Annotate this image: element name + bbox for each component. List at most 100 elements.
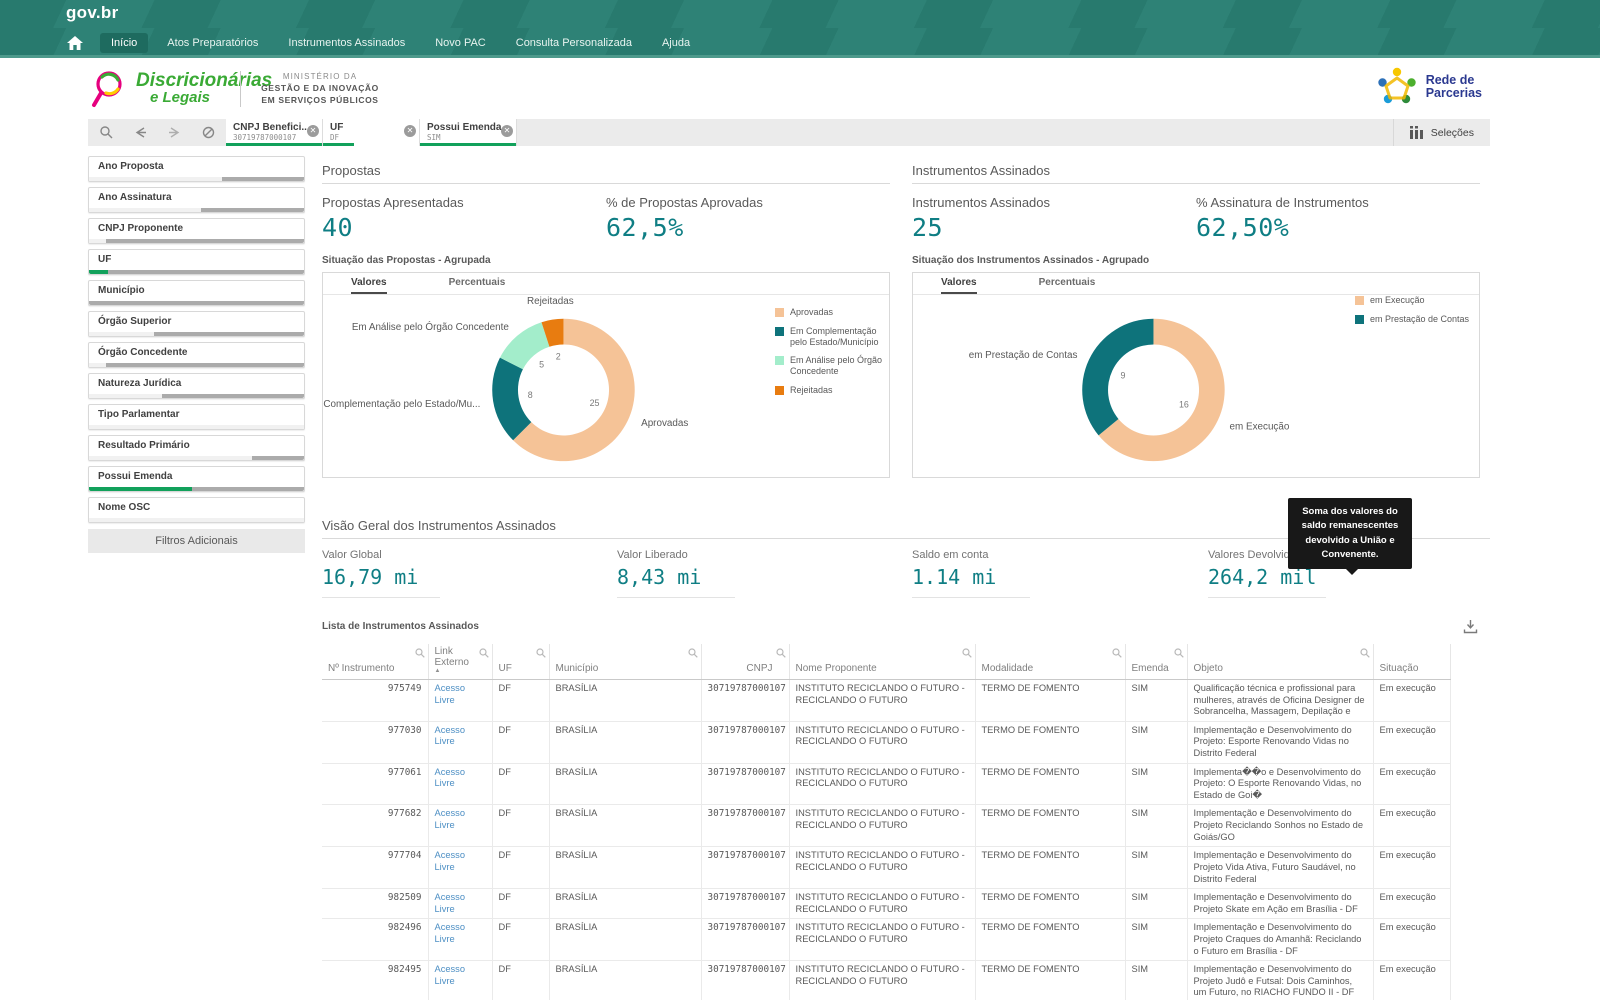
sidebar-filter-orgao-concedente[interactable]: Órgão Concedente: [88, 342, 305, 368]
sidebar-filter-ano-proposta[interactable]: Ano Proposta: [88, 156, 305, 182]
nav-item-inicio[interactable]: Início: [100, 33, 148, 53]
sidebar-filter-orgao-superior[interactable]: Órgão Superior: [88, 311, 305, 337]
search-icon[interactable]: [536, 648, 546, 658]
filter-chip-uf[interactable]: UFDF✕: [323, 119, 420, 146]
column-header-n-instrumento[interactable]: Nº Instrumento: [322, 644, 428, 680]
column-search[interactable]: [962, 648, 972, 661]
step-back-button[interactable]: [130, 123, 150, 143]
chip-selection-underline: [226, 143, 322, 146]
nav-item-atos-preparatorios[interactable]: Atos Preparatórios: [156, 33, 269, 53]
external-link[interactable]: Acesso Livre: [435, 767, 466, 789]
column-header-link-externo[interactable]: Link Externo▲: [428, 644, 492, 680]
kpi-valor-liberado[interactable]: Valor Liberado 8,43 mi: [617, 549, 912, 598]
slice-em-complementacao-pelo-estado-municipio[interactable]: [492, 358, 531, 441]
external-link[interactable]: Acesso Livre: [435, 922, 466, 944]
sidebar-filter-uf[interactable]: UF: [88, 249, 305, 275]
external-link[interactable]: Acesso Livre: [435, 892, 466, 914]
search-icon[interactable]: [1174, 648, 1184, 658]
search-icon[interactable]: [962, 648, 972, 658]
filter-chip-possui-emenda[interactable]: Possui EmendaSIM✕: [420, 119, 517, 146]
sidebar-filter-municipio[interactable]: Município: [88, 280, 305, 306]
external-link[interactable]: Acesso Livre: [435, 808, 466, 830]
state-alternative: [89, 425, 304, 429]
table-row[interactable]: 982496Acesso LivreDFBRASÍLIA307197870001…: [322, 919, 1450, 961]
column-header-emenda[interactable]: Emenda: [1125, 644, 1187, 680]
tab-percentuais-chart1[interactable]: Percentuais: [449, 277, 506, 294]
slice-outer-label: Em Análise pelo Órgão Concedente: [352, 322, 510, 333]
search-icon[interactable]: [1112, 648, 1122, 658]
sidebar-filter-ano-assinatura[interactable]: Ano Assinatura: [88, 187, 305, 213]
column-header-municipio[interactable]: Município: [549, 644, 701, 680]
search-icon[interactable]: [1360, 648, 1370, 658]
step-forward-button[interactable]: [164, 123, 184, 143]
tab-valores-chart2[interactable]: Valores: [941, 277, 977, 294]
home-button[interactable]: [62, 32, 88, 54]
legend-item-em-execucao[interactable]: em Execução: [1355, 295, 1473, 306]
sidebar-filter-cnpj-proponente[interactable]: CNPJ Proponente: [88, 218, 305, 244]
search-icon[interactable]: [688, 648, 698, 658]
search-icon[interactable]: [776, 648, 786, 658]
download-button[interactable]: [1463, 619, 1478, 639]
selections-button[interactable]: Seleções: [1393, 119, 1490, 146]
tab-valores-chart1[interactable]: Valores: [351, 277, 387, 294]
table-row[interactable]: 982509Acesso LivreDFBRASÍLIA307197870001…: [322, 889, 1450, 919]
nav-item-novo-pac[interactable]: Novo PAC: [424, 33, 497, 53]
legend-item-em-prestacao-de-contas[interactable]: em Prestação de Contas: [1355, 314, 1473, 325]
legend-item-rejeitadas[interactable]: Rejeitadas: [775, 385, 883, 396]
table-row[interactable]: 977030Acesso LivreDFBRASÍLIA307197870001…: [322, 721, 1450, 763]
sidebar-filter-possui-emenda[interactable]: Possui Emenda: [88, 466, 305, 492]
column-search[interactable]: [1174, 648, 1184, 661]
chart2-title: Situação dos Instrumentos Assinados - Ag…: [912, 255, 1480, 266]
column-search[interactable]: [536, 648, 546, 661]
column-search[interactable]: [776, 648, 786, 661]
column-search[interactable]: [688, 648, 698, 661]
external-link[interactable]: Acesso Livre: [435, 964, 466, 986]
close-icon[interactable]: ✕: [404, 125, 416, 137]
column-header-uf[interactable]: UF: [492, 644, 549, 680]
kpi-saldo-em-conta[interactable]: Saldo em conta 1.14 mi: [912, 549, 1208, 598]
column-header-cnpj[interactable]: CNPJ: [701, 644, 789, 680]
sidebar-filter-resultado-primario[interactable]: Resultado Primário: [88, 435, 305, 461]
close-icon[interactable]: ✕: [307, 125, 319, 137]
sidebar-filter-tipo-parlamentar[interactable]: Tipo Parlamentar: [88, 404, 305, 430]
column-header-objeto[interactable]: Objeto: [1187, 644, 1373, 680]
clear-selections-button[interactable]: [198, 123, 218, 143]
propostas-section: Propostas Propostas Apresentadas 40 % de…: [322, 163, 890, 478]
external-link[interactable]: Acesso Livre: [435, 725, 466, 747]
sidebar-filter-nome-osc[interactable]: Nome OSC: [88, 497, 305, 523]
table-row[interactable]: 977061Acesso LivreDFBRASÍLIA307197870001…: [322, 763, 1450, 805]
column-search[interactable]: [479, 648, 489, 661]
column-header-nome-proponente[interactable]: Nome Proponente: [789, 644, 975, 680]
nav-item-consulta-personalizada[interactable]: Consulta Personalizada: [505, 33, 643, 53]
table-row[interactable]: 977704Acesso LivreDFBRASÍLIA307197870001…: [322, 847, 1450, 889]
close-icon[interactable]: ✕: [501, 125, 513, 137]
legend-item-aprovadas[interactable]: Aprovadas: [775, 307, 883, 318]
column-search[interactable]: [1360, 648, 1370, 661]
kpi-instrumentos-assinados[interactable]: Instrumentos Assinados 25: [912, 195, 1196, 242]
tab-percentuais-chart2[interactable]: Percentuais: [1039, 277, 1096, 294]
search-icon[interactable]: [479, 648, 489, 658]
external-link[interactable]: Acesso Livre: [435, 683, 466, 705]
table-row[interactable]: 975749Acesso LivreDFBRASÍLIA307197870001…: [322, 680, 1450, 722]
column-search[interactable]: [1112, 648, 1122, 661]
table-row[interactable]: 982495Acesso LivreDFBRASÍLIA307197870001…: [322, 961, 1450, 1000]
external-link[interactable]: Acesso Livre: [435, 850, 466, 872]
filtros-adicionais-button[interactable]: Filtros Adicionais: [88, 529, 305, 553]
column-search[interactable]: [415, 648, 425, 661]
column-header-situacao[interactable]: Situação: [1373, 644, 1450, 680]
table-row[interactable]: 977682Acesso LivreDFBRASÍLIA307197870001…: [322, 805, 1450, 847]
kpi-valor-global[interactable]: Valor Global 16,79 mi: [322, 549, 617, 598]
kpi-propostas-apresentadas[interactable]: Propostas Apresentadas 40: [322, 195, 606, 242]
smart-search-button[interactable]: [96, 123, 116, 143]
filter-chip-cnpj-benefici[interactable]: CNPJ Benefici...30719787000107✕: [226, 119, 323, 146]
slice-em-prestacao-de-contas[interactable]: [1082, 319, 1153, 436]
legend-item-em-complementacao-pelo-estado-municipio[interactable]: Em Complementação pelo Estado/Município: [775, 326, 883, 348]
legend-item-em-analise-pelo-orgao-concedente[interactable]: Em Análise pelo Órgão Concedente: [775, 355, 883, 377]
column-header-modalidade[interactable]: Modalidade: [975, 644, 1125, 680]
search-icon[interactable]: [415, 648, 425, 658]
kpi-pct-propostas-aprovadas[interactable]: % de Propostas Aprovadas 62,5%: [606, 195, 890, 242]
sidebar-filter-natureza-juridica[interactable]: Natureza Jurídica: [88, 373, 305, 399]
nav-item-instrumentos-assinados[interactable]: Instrumentos Assinados: [277, 33, 416, 53]
nav-item-ajuda[interactable]: Ajuda: [651, 33, 701, 53]
kpi-pct-assinatura[interactable]: % Assinatura de Instrumentos 62,50%: [1196, 195, 1480, 242]
